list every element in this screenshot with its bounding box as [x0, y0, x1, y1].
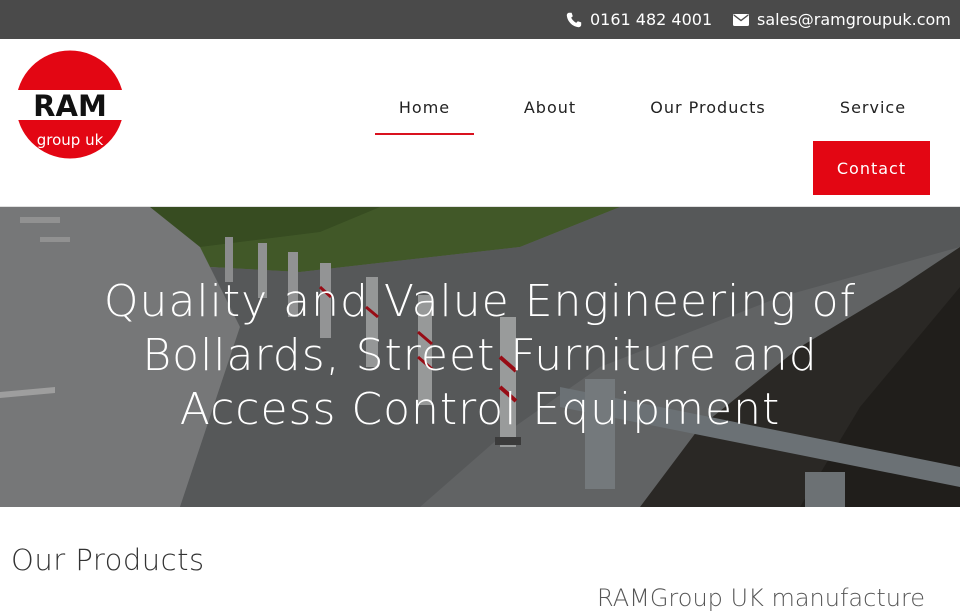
- nav-about[interactable]: About: [505, 81, 595, 133]
- envelope-icon: [733, 13, 749, 27]
- nav-service[interactable]: Service: [822, 81, 924, 133]
- nav-home[interactable]: Home: [375, 81, 474, 133]
- site-header: RAM group uk Home About Our Products Ser…: [0, 39, 960, 207]
- logo-text-ram: RAM: [33, 89, 107, 123]
- logo-text-group: group uk: [37, 131, 104, 149]
- hero-banner: Quality and Value Engineering of Bollard…: [0, 207, 960, 507]
- email-link[interactable]: sales@ramgroupuk.com: [733, 0, 951, 39]
- products-intro-text: RAMGroup UK manufacture: [597, 584, 926, 612]
- email-address: sales@ramgroupuk.com: [757, 10, 951, 29]
- nav-contact-button[interactable]: Contact: [813, 141, 930, 195]
- ram-group-logo: RAM group uk: [15, 50, 125, 159]
- phone-icon: [566, 12, 582, 28]
- active-indicator: [375, 133, 474, 135]
- our-products-heading: Our Products: [11, 543, 205, 577]
- hero-heading: Quality and Value Engineering of Bollard…: [103, 276, 857, 435]
- nav-our-products[interactable]: Our Products: [632, 81, 784, 133]
- top-bar: 0161 482 4001 sales@ramgroupuk.com: [0, 0, 960, 39]
- phone-number: 0161 482 4001: [590, 10, 713, 29]
- phone-link[interactable]: 0161 482 4001: [566, 0, 712, 39]
